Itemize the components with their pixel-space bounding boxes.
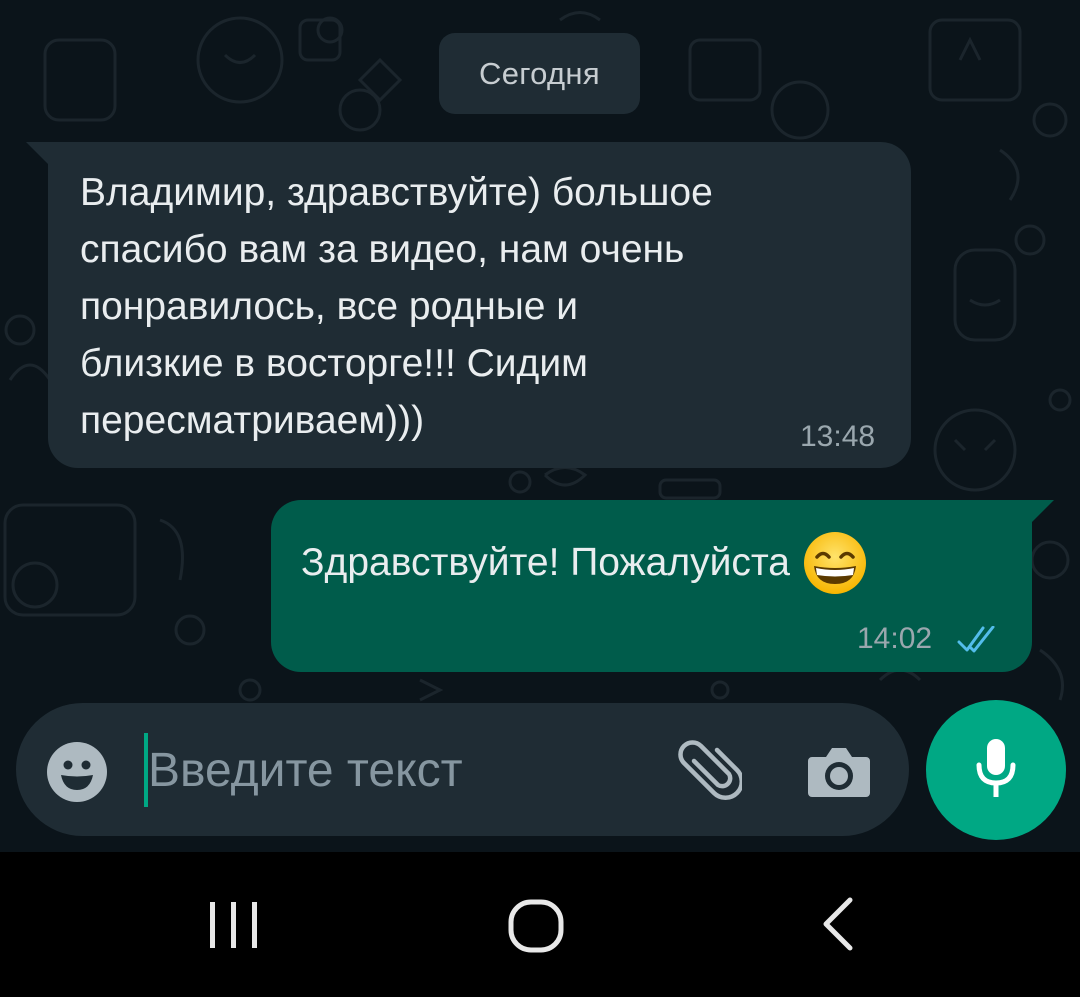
camera-icon[interactable] [806, 741, 872, 801]
date-chip: Сегодня [439, 33, 640, 114]
home-icon[interactable] [506, 896, 566, 956]
back-icon[interactable] [818, 896, 858, 952]
bubble-tail [26, 142, 48, 164]
mic-button[interactable] [926, 700, 1066, 840]
paperclip-icon[interactable] [676, 739, 742, 805]
outgoing-message-text: Здравствуйте! Пожалуйста [301, 530, 868, 596]
mic-icon [976, 739, 1016, 797]
recent-apps-icon[interactable] [206, 898, 262, 952]
message-line: понравилось, все родные и [80, 285, 579, 328]
message-line: пересматриваем))) [80, 399, 425, 442]
message-text: Здравствуйте! Пожалуйста [301, 541, 790, 584]
message-composer[interactable]: Введите текст [16, 703, 909, 836]
incoming-message-text: Владимир, здравствуйте) большое спасибо … [80, 164, 880, 449]
grinning-emoji-icon [804, 532, 866, 594]
chat-area[interactable]: Сегодня Владимир, здравствуйте) большое … [0, 0, 1080, 852]
incoming-message[interactable]: Владимир, здравствуйте) большое спасибо … [26, 142, 911, 468]
smiley-icon[interactable] [46, 741, 108, 803]
message-line: близкие в восторге!!! Сидим [80, 342, 588, 385]
system-navigation-bar [0, 852, 1080, 997]
outgoing-message[interactable]: Здравствуйте! Пожалуйста 14:02 [271, 500, 1054, 672]
message-line: Владимир, здравствуйте) большое [80, 171, 713, 214]
message-time: 14:02 [857, 622, 933, 655]
read-ticks-icon [957, 626, 995, 653]
message-line: спасибо вам за видео, нам очень [80, 228, 685, 271]
message-time: 13:48 [800, 420, 876, 453]
bubble-tail [1032, 500, 1054, 522]
message-input[interactable]: Введите текст [148, 741, 463, 801]
